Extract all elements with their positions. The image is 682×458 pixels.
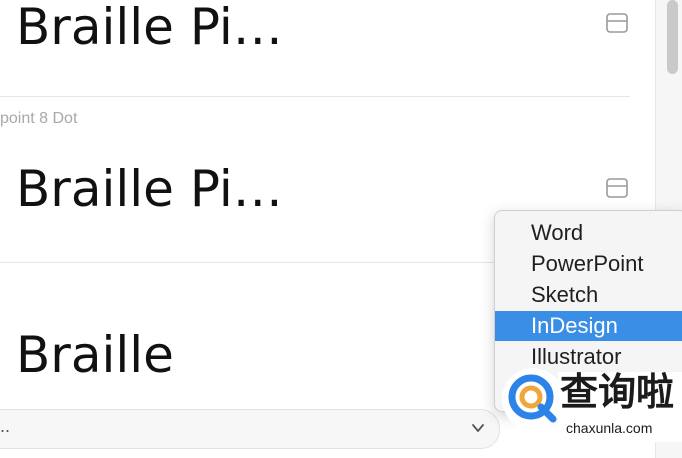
scrollbar-thumb[interactable] <box>667 0 678 74</box>
archive-box-icon[interactable] <box>606 13 628 33</box>
app-select-field[interactable] <box>0 409 500 449</box>
chevron-down-icon[interactable] <box>470 420 486 436</box>
font-preview-1[interactable]: Braille Pi… <box>16 2 283 52</box>
menu-item-word[interactable]: Word <box>495 218 682 248</box>
menu-item-sketch[interactable]: Sketch <box>495 280 682 310</box>
watermark-url: chaxunla.com <box>566 420 653 436</box>
magnifier-logo-icon <box>508 374 557 423</box>
watermark-title: 查询啦 <box>560 372 675 414</box>
menu-item-powerpoint[interactable]: PowerPoint <box>495 249 682 279</box>
font-preview-3[interactable]: Braille <box>16 330 174 380</box>
menu-item-indesign[interactable]: InDesign <box>495 311 682 341</box>
app-select-value: .. <box>0 416 11 436</box>
menu-item-illustrator[interactable]: Illustrator <box>495 342 682 372</box>
font-preview-2[interactable]: Braille Pi… <box>16 164 283 214</box>
divider <box>0 96 630 97</box>
font-name-label: point 8 Dot <box>0 110 78 127</box>
archive-box-icon[interactable] <box>606 178 628 198</box>
